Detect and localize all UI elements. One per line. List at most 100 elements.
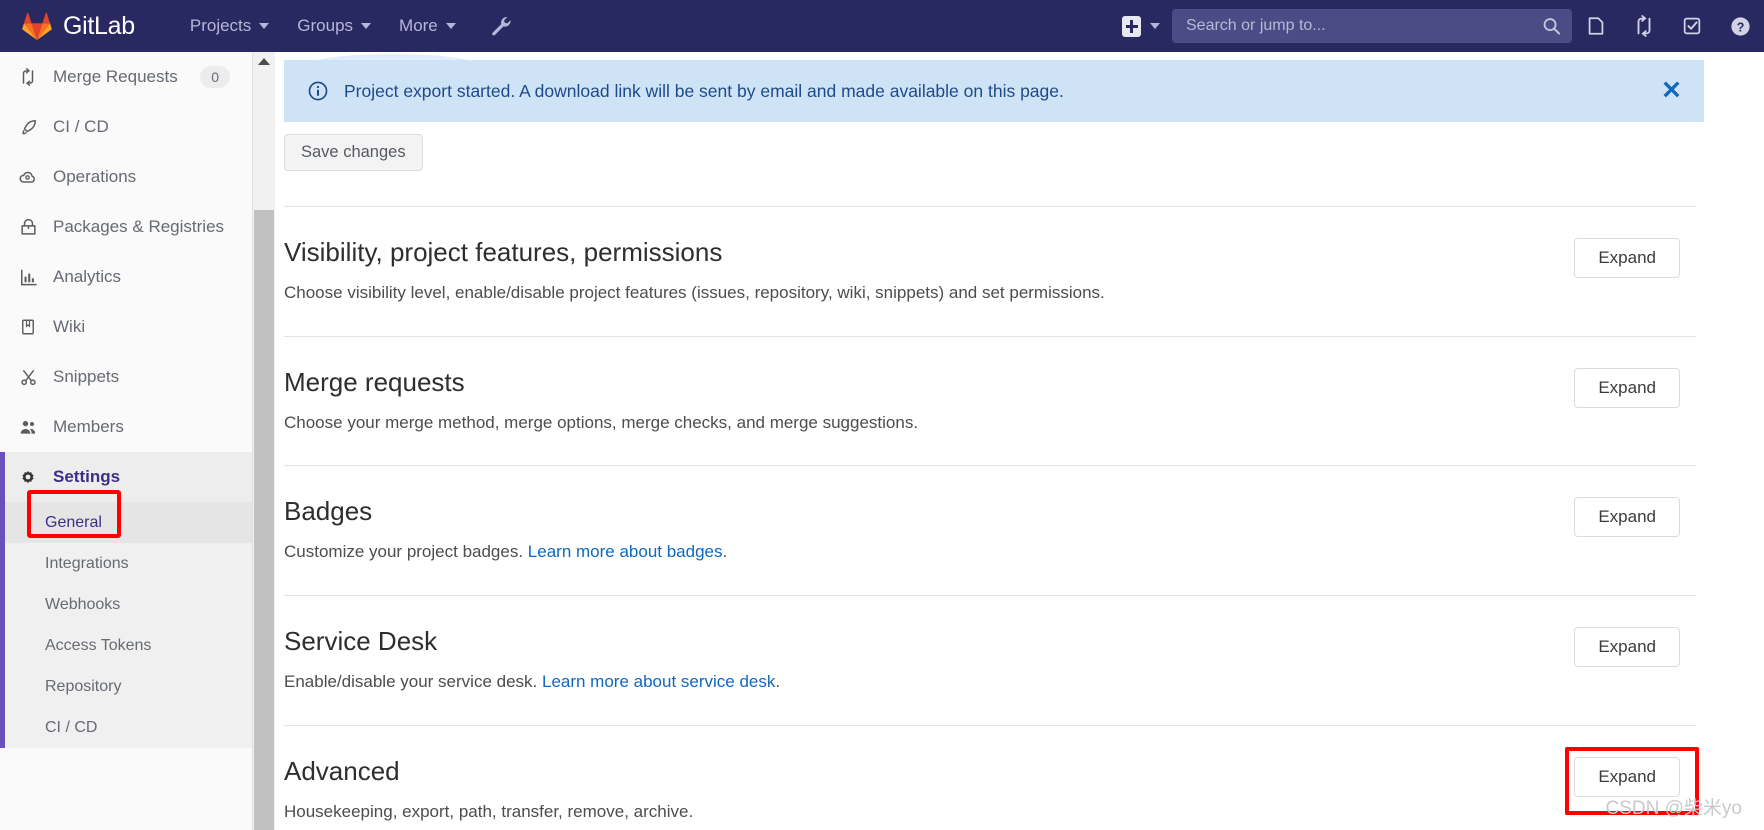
sidebar-item-integrations[interactable]: Integrations bbox=[0, 543, 252, 584]
svg-text:?: ? bbox=[1736, 20, 1744, 34]
expand-button-badges[interactable]: Expand bbox=[1574, 497, 1680, 538]
help-icon-button[interactable]: ? bbox=[1716, 0, 1764, 52]
sidebar-item-wiki[interactable]: Wiki bbox=[0, 302, 252, 352]
sidebar-item-access-tokens[interactable]: Access Tokens bbox=[0, 625, 252, 666]
help-icon: ? bbox=[1730, 16, 1750, 36]
sidebar-scrollbar-thumb[interactable] bbox=[254, 210, 274, 830]
package-icon bbox=[17, 218, 39, 237]
sidebar-scrollbar-track[interactable] bbox=[253, 52, 275, 830]
merge-requests-icon bbox=[17, 68, 39, 86]
nav-more[interactable]: More bbox=[386, 8, 469, 44]
alert-message: Project export started. A download link … bbox=[344, 80, 1064, 101]
expand-button-visibility[interactable]: Expand bbox=[1574, 238, 1680, 278]
active-indicator-bar bbox=[0, 707, 5, 748]
sidebar-item-webhooks[interactable]: Webhooks bbox=[0, 584, 252, 625]
settings-sections-list: Visibility, project features, permission… bbox=[284, 206, 1699, 830]
primary-nav-links: Projects Groups More bbox=[177, 8, 513, 44]
settings-submenu: General Integrations Webhooks Access Tok… bbox=[0, 502, 252, 748]
learn-more-badges-link[interactable]: Learn more about badges bbox=[528, 542, 723, 561]
rocket-icon bbox=[17, 118, 39, 137]
section-text: Visibility, project features, permission… bbox=[284, 237, 1105, 305]
gear-icon bbox=[17, 467, 39, 487]
sidebar-item-operations-label: Operations bbox=[53, 167, 137, 186]
users-icon bbox=[17, 417, 39, 437]
sidebar-item-settings-ci-cd[interactable]: CI / CD bbox=[0, 707, 252, 748]
expand-button-service-desk[interactable]: Expand bbox=[1574, 627, 1680, 668]
sidebar-item-general[interactable]: General bbox=[0, 502, 252, 543]
section-title: Visibility, project features, permission… bbox=[284, 237, 723, 267]
todos-icon-button[interactable] bbox=[1668, 0, 1716, 52]
sidebar-item-snippets-label: Snippets bbox=[53, 367, 120, 386]
sidebar-item-snippets[interactable]: Snippets bbox=[0, 352, 252, 402]
expand-button-merge-requests[interactable]: Expand bbox=[1574, 367, 1680, 408]
section-title: Badges bbox=[284, 496, 373, 527]
expand-holder: Expand bbox=[1574, 497, 1696, 538]
active-indicator-bar bbox=[0, 625, 5, 666]
section-description-suffix: . bbox=[775, 671, 781, 691]
active-indicator-bar bbox=[0, 543, 5, 584]
todos-icon bbox=[1683, 17, 1701, 35]
section-description-text: Customize your project badges. bbox=[284, 542, 528, 562]
sidebar-item-wiki-label: Wiki bbox=[53, 317, 86, 336]
section-title: Service Desk bbox=[284, 626, 438, 657]
section-title: Advanced bbox=[284, 755, 400, 786]
sidebar-item-operations[interactable]: Operations bbox=[0, 152, 252, 202]
section-description-text: Enable/disable your service desk. bbox=[284, 671, 542, 691]
sidebar-item-merge-requests-label: Merge Requests bbox=[53, 67, 178, 86]
section-description: Choose your merge method, merge options,… bbox=[284, 411, 918, 435]
active-indicator-bar bbox=[0, 584, 5, 625]
save-changes-button[interactable]: Save changes bbox=[284, 134, 423, 171]
nav-projects[interactable]: Projects bbox=[177, 8, 282, 44]
sidebar-item-analytics[interactable]: Analytics bbox=[0, 252, 252, 302]
scroll-up-arrow-icon[interactable] bbox=[253, 52, 275, 70]
section-merge-requests: Merge requests Choose your merge method,… bbox=[284, 335, 1696, 466]
nav-groups-label: Groups bbox=[297, 16, 354, 35]
search-input[interactable] bbox=[1172, 9, 1572, 43]
admin-area-button[interactable] bbox=[489, 14, 513, 38]
scissors-icon bbox=[17, 368, 39, 387]
sidebar-item-repository[interactable]: Repository bbox=[0, 666, 252, 707]
gitlab-brand-label: GitLab bbox=[63, 11, 135, 40]
book-icon bbox=[17, 318, 39, 336]
sidebar-item-merge-requests[interactable]: Merge Requests 0 bbox=[0, 52, 252, 102]
wrench-icon bbox=[491, 17, 511, 36]
section-text: Merge requests Choose your merge method,… bbox=[284, 367, 918, 435]
expand-holder: Expand bbox=[1574, 367, 1696, 408]
expand-holder-highlighted: Expand bbox=[1565, 746, 1699, 815]
issues-icon-button[interactable] bbox=[1572, 0, 1620, 52]
section-description-text: Choose visibility level, enable/disable … bbox=[284, 282, 1105, 302]
nav-groups[interactable]: Groups bbox=[284, 8, 384, 44]
active-indicator-bar bbox=[0, 666, 5, 707]
new-dropdown-button[interactable] bbox=[1110, 15, 1172, 37]
sidebar-item-members[interactable]: Members bbox=[0, 402, 252, 452]
close-icon[interactable]: ✕ bbox=[1661, 78, 1682, 104]
sidebar-item-ci-cd-label: CI / CD bbox=[53, 117, 109, 136]
sidebar-item-settings-ci-cd-label: CI / CD bbox=[45, 718, 98, 736]
sidebar-item-settings[interactable]: Settings bbox=[0, 452, 252, 502]
section-description-text: Choose your merge method, merge options,… bbox=[284, 412, 919, 432]
csdn-watermark: CSDN @柴米yo bbox=[1605, 798, 1742, 819]
sidebar-item-general-label: General bbox=[45, 513, 102, 531]
learn-more-service-desk-link[interactable]: Learn more about service desk bbox=[542, 672, 775, 691]
chart-icon bbox=[17, 268, 39, 287]
sidebar-item-packages-registries[interactable]: Packages & Registries bbox=[0, 202, 252, 252]
sidebar-item-analytics-label: Analytics bbox=[53, 267, 122, 286]
sidebar-item-ci-cd[interactable]: CI / CD bbox=[0, 102, 252, 152]
merge-requests-count-badge: 0 bbox=[200, 66, 230, 88]
chevron-down-icon bbox=[361, 23, 372, 29]
active-indicator-bar bbox=[0, 502, 5, 543]
top-navbar: GitLab Projects Groups More Search or ju… bbox=[0, 0, 1764, 52]
section-description: Choose visibility level, enable/disable … bbox=[284, 281, 1105, 305]
section-visibility: Visibility, project features, permission… bbox=[284, 206, 1696, 336]
project-sidebar: Merge Requests 0 CI / CD Operations Pack… bbox=[0, 52, 253, 830]
chevron-down-icon bbox=[1150, 23, 1160, 29]
section-text: Badges Customize your project badges. Le… bbox=[284, 496, 728, 564]
gitlab-logo-link[interactable]: GitLab bbox=[22, 12, 135, 41]
global-search-wrapper bbox=[1172, 9, 1572, 43]
merge-requests-icon-button[interactable] bbox=[1620, 0, 1668, 52]
section-description-suffix: . bbox=[722, 542, 728, 562]
expand-button-advanced[interactable]: Expand bbox=[1574, 756, 1680, 797]
sidebar-item-integrations-label: Integrations bbox=[45, 554, 129, 572]
cloud-gear-icon bbox=[17, 167, 39, 187]
expand-holder: Expand bbox=[1574, 627, 1696, 668]
